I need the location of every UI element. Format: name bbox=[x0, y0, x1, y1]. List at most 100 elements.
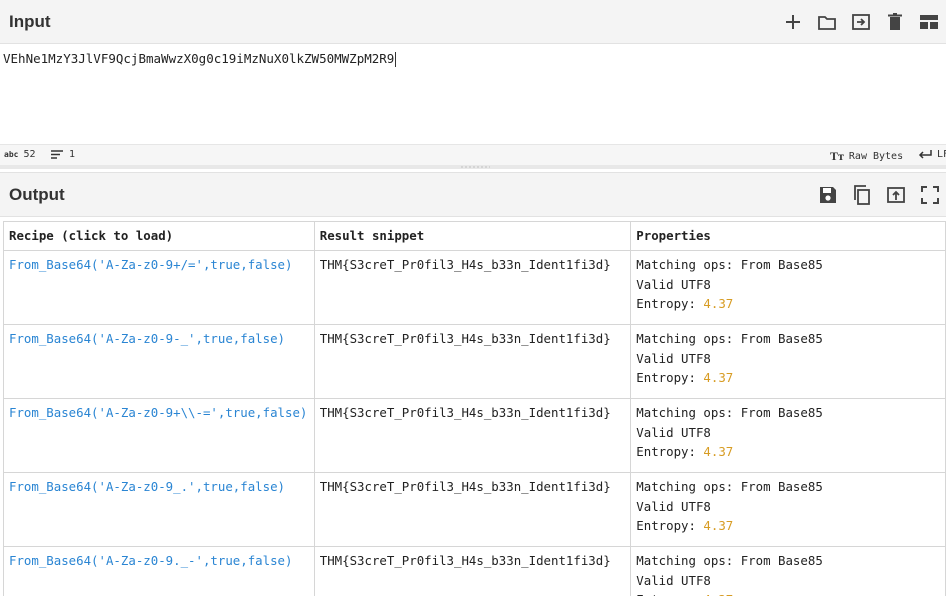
properties-cell: Matching ops: From Base85 Valid UTF8 Entro… bbox=[630, 546, 946, 596]
entropy-value: 4.37 bbox=[703, 370, 734, 385]
input-panel-header: Input bbox=[0, 0, 946, 44]
entropy-label: Entropy: bbox=[636, 370, 704, 385]
trash-icon bbox=[888, 13, 902, 30]
recipe-link[interactable]: From_Base64('A-Za-z0-9+\\-=',true,false) bbox=[3, 398, 315, 473]
output-area: Recipe (click to load) Result snippet Pr… bbox=[0, 216, 946, 596]
valid-utf8: Valid UTF8 bbox=[636, 276, 711, 292]
result-snippet: THM{S3creT_Pr0fil3_H4s_b33n_Ident1fi3d} bbox=[313, 250, 632, 325]
copy-output-button[interactable] bbox=[849, 182, 875, 208]
add-tab-button[interactable] bbox=[780, 9, 806, 35]
table-row: From_Base64('A-Za-z0-9-_',true,false) THM… bbox=[3, 324, 946, 399]
result-snippet: THM{S3creT_Pr0fil3_H4s_b33n_Ident1fi3d} bbox=[313, 398, 632, 473]
move-to-input-icon bbox=[887, 187, 905, 203]
return-arrow-icon bbox=[918, 150, 932, 159]
properties-cell: Matching ops: From Base85 Valid UTF8 Entro… bbox=[630, 324, 946, 399]
entropy-line: Entropy: 4.37 bbox=[636, 442, 940, 462]
copy-icon bbox=[854, 185, 870, 205]
entropy-value: 4.37 bbox=[703, 444, 734, 459]
header-properties: Properties bbox=[630, 221, 946, 251]
table-row: From_Base64('A-Za-z0-9+\\-=',true,false)… bbox=[3, 398, 946, 473]
open-file-button[interactable] bbox=[848, 9, 874, 35]
result-snippet: THM{S3creT_Pr0fil3_H4s_b33n_Ident1fi3d} bbox=[313, 324, 632, 399]
recipe-link[interactable]: From_Base64('A-Za-z0-9._-',true,false) bbox=[3, 546, 315, 596]
properties-cell: Matching ops: From Base85 Valid UTF8 Entro… bbox=[630, 250, 946, 325]
result-text: THM{S3creT_Pr0fil3_H4s_b33n_Ident1fi3d} bbox=[319, 257, 611, 272]
matching-ops: Matching ops: From Base85 bbox=[636, 553, 823, 568]
table-row: From_Base64('A-Za-z0-9+/=',true,false) TH… bbox=[3, 250, 946, 325]
table-row: From_Base64('A-Za-z0-9._-',true,false) TH… bbox=[3, 546, 946, 596]
save-icon bbox=[820, 187, 836, 203]
valid-utf8: Valid UTF8 bbox=[636, 424, 711, 440]
output-panel-header: Output bbox=[0, 172, 946, 217]
layout-button[interactable] bbox=[916, 9, 942, 35]
lines-indicator: 1 bbox=[50, 149, 75, 160]
properties-cell: Matching ops: From Base85 Valid UTF8 Entro… bbox=[630, 472, 946, 547]
input-toolbar bbox=[780, 9, 942, 35]
magic-results-table: Recipe (click to load) Result snippet Pr… bbox=[3, 221, 946, 596]
output-panel-title: Output bbox=[9, 185, 65, 204]
folder-icon bbox=[818, 16, 836, 30]
layout-icon bbox=[920, 15, 938, 29]
input-panel-title: Input bbox=[9, 12, 51, 31]
table-row: From_Base64('A-Za-z0-9_.',true,false) THM… bbox=[3, 472, 946, 547]
result-text: THM{S3creT_Pr0fil3_H4s_b33n_Ident1fi3d} bbox=[319, 405, 611, 420]
entropy-value: 4.37 bbox=[703, 296, 734, 311]
maximise-output-button[interactable] bbox=[917, 182, 943, 208]
entropy-label: Entropy: bbox=[636, 592, 703, 596]
input-value: VEhNe1MzY3JlVF9QcjBmaWwzX0g0c19iMzNuX0lk… bbox=[3, 51, 395, 66]
text-caret bbox=[395, 52, 397, 67]
recipe-link[interactable]: From_Base64('A-Za-z0-9-_',true,false) bbox=[3, 324, 315, 399]
raw-bytes-button[interactable]: Tт Raw Bytes bbox=[830, 149, 903, 164]
recipe-text: From_Base64('A-Za-z0-9-_',true,false) bbox=[9, 331, 286, 346]
text-format-icon: Tт bbox=[830, 149, 844, 163]
length-value: 52 bbox=[23, 149, 36, 160]
header-result: Result snippet bbox=[313, 221, 632, 251]
eol-button[interactable]: LF bbox=[918, 149, 946, 160]
recipe-text: From_Base64('A-Za-z0-9._-',true,false) bbox=[9, 553, 293, 568]
output-toolbar bbox=[815, 182, 943, 208]
header-recipe: Recipe (click to load) bbox=[3, 221, 315, 251]
raw-bytes-label: Raw Bytes bbox=[848, 151, 904, 162]
valid-utf8: Valid UTF8 bbox=[636, 350, 711, 366]
entropy-line: Entropy: 4.37 bbox=[636, 294, 940, 314]
entropy-label: Entropy: bbox=[636, 518, 704, 533]
panel-resize-divider[interactable] bbox=[0, 165, 946, 169]
entropy-label: Entropy: bbox=[636, 296, 704, 311]
input-textarea[interactable]: VEhNe1MzY3JlVF9QcjBmaWwzX0g0c19iMzNuX0lk… bbox=[0, 44, 946, 144]
recipe-text: From_Base64('A-Za-z0-9_.',true,false) bbox=[9, 479, 286, 494]
input-text: VEhNe1MzY3JlVF9QcjBmaWwzX0g0c19iMzNuX0lk… bbox=[3, 51, 397, 67]
table-header-row: Recipe (click to load) Result snippet Pr… bbox=[3, 221, 946, 251]
matching-ops: Matching ops: From Base85 bbox=[636, 405, 823, 420]
entropy-line: Entropy: 4.37 bbox=[636, 516, 940, 536]
result-text: THM{S3creT_Pr0fil3_H4s_b33n_Ident1fi3d} bbox=[319, 331, 611, 346]
resize-grip bbox=[460, 166, 490, 168]
replace-input-button[interactable] bbox=[883, 182, 909, 208]
entropy-line: Entropy: 4.37 bbox=[636, 590, 940, 596]
clear-input-button[interactable] bbox=[882, 9, 908, 35]
entropy-line: Entropy: 4.37 bbox=[636, 368, 940, 388]
matching-ops: Matching ops: From Base85 bbox=[636, 331, 823, 346]
valid-utf8: Valid UTF8 bbox=[636, 572, 711, 588]
table-body: From_Base64('A-Za-z0-9+/=',true,false) TH… bbox=[3, 250, 946, 596]
properties-cell: Matching ops: From Base85 Valid UTF8 Entro… bbox=[630, 398, 946, 473]
open-folder-button[interactable] bbox=[814, 9, 840, 35]
input-status-bar: abc 52 1 Tт Raw Bytes LF bbox=[0, 144, 946, 165]
eol-label: LF bbox=[937, 149, 946, 160]
plus-icon bbox=[786, 15, 800, 29]
valid-utf8: Valid UTF8 bbox=[636, 498, 711, 514]
result-snippet: THM{S3creT_Pr0fil3_H4s_b33n_Ident1fi3d} bbox=[313, 546, 632, 596]
result-snippet: THM{S3creT_Pr0fil3_H4s_b33n_Ident1fi3d} bbox=[313, 472, 632, 547]
save-output-button[interactable] bbox=[815, 182, 841, 208]
abc-icon: abc bbox=[4, 150, 19, 159]
recipe-text: From_Base64('A-Za-z0-9+\\-=',true,false) bbox=[9, 405, 308, 420]
result-text: THM{S3creT_Pr0fil3_H4s_b33n_Ident1fi3d} bbox=[319, 479, 611, 494]
result-text: THM{S3creT_Pr0fil3_H4s_b33n_Ident1fi3d} bbox=[319, 553, 611, 568]
matching-ops: Matching ops: From Base85 bbox=[636, 257, 823, 272]
recipe-link[interactable]: From_Base64('A-Za-z0-9_.',true,false) bbox=[3, 472, 315, 547]
entropy-value: 4.37 bbox=[703, 518, 734, 533]
fullscreen-icon bbox=[921, 186, 939, 204]
recipe-text: From_Base64('A-Za-z0-9+/=',true,false) bbox=[9, 257, 293, 272]
entropy-value: 4.37 bbox=[703, 592, 733, 596]
file-import-icon bbox=[852, 14, 870, 30]
recipe-link[interactable]: From_Base64('A-Za-z0-9+/=',true,false) bbox=[3, 250, 315, 325]
